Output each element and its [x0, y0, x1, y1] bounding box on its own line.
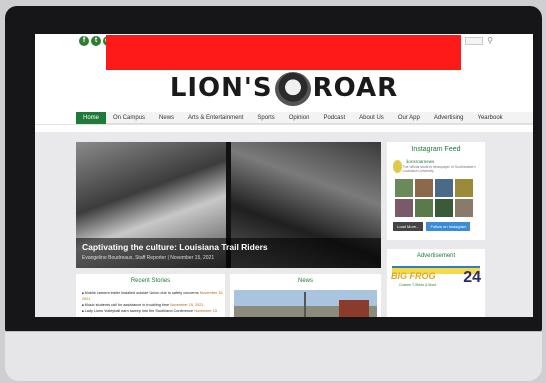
instagram-post[interactable] — [415, 199, 433, 217]
news-section: News — [230, 274, 381, 317]
news-title: News — [297, 278, 313, 284]
hero-title[interactable]: Captivating the culture: Louisiana Trail… — [82, 242, 375, 252]
news-photo[interactable] — [234, 290, 377, 317]
main-nav: Home On Campus News Arts & Entertainment… — [76, 111, 533, 124]
nav-item-home[interactable]: Home — [76, 111, 107, 124]
masthead[interactable]: LION'S ROAR — [35, 68, 533, 108]
recent-stories: Recent Stories Mobile camera trailer ins… — [76, 274, 225, 317]
instagram-header: lionsroarnews The official student newsp… — [393, 159, 479, 173]
instagram-post[interactable] — [395, 179, 413, 197]
story-date: November 15 — [194, 309, 218, 313]
instagram-post[interactable] — [455, 199, 473, 217]
tablet-frame: f t ◎ ▶ ⚲ LION'SROAR Home On Campus News… — [5, 6, 542, 332]
instagram-post[interactable] — [395, 199, 413, 217]
follow-instagram-button[interactable]: Follow on Instagram — [426, 222, 471, 231]
nav-item-opinion[interactable]: Opinion — [282, 112, 317, 124]
logo-text-left: LION'S — [169, 73, 273, 103]
instagram-grid — [395, 179, 485, 217]
hero-story[interactable]: Captivating the culture: Louisiana Trail… — [76, 142, 381, 268]
list-item[interactable]: Lady Lions Volleyball earn sweep into th… — [82, 308, 225, 314]
story-title[interactable]: Lady Lions Volleyball earn sweep into th… — [85, 309, 194, 313]
light-pole — [304, 292, 306, 317]
redaction-bar — [106, 35, 461, 70]
instagram-post[interactable] — [455, 179, 473, 197]
ad-number: 24 — [463, 269, 481, 286]
hero-caption: Captivating the culture: Louisiana Trail… — [76, 238, 381, 268]
ad-brand: BIG FROG — [391, 271, 436, 281]
instagram-buttons: Load More... Follow on Instagram — [393, 222, 485, 231]
nav-item-advertising[interactable]: Advertising — [427, 112, 471, 124]
tablet-base — [5, 331, 542, 381]
building — [339, 300, 369, 317]
story-date: November 15, 2021 — [170, 303, 204, 307]
instagram-post[interactable] — [435, 179, 453, 197]
story-title[interactable]: Music students call for assistance in tr… — [85, 303, 169, 307]
recent-stories-list: Mobile camera trailer installed outside … — [82, 290, 225, 314]
nav-item-about[interactable]: About Us — [352, 112, 391, 124]
lion-logo-icon — [274, 71, 311, 106]
search-icon[interactable]: ⚲ — [487, 36, 493, 45]
facebook-icon[interactable]: f — [79, 36, 89, 46]
nav-item-podcast[interactable]: Podcast — [316, 112, 352, 124]
nav-item-app[interactable]: Our App — [391, 112, 427, 124]
advertisement-title: Advertisement — [416, 253, 456, 259]
hero-meta: Evangeline Boudreaux, Staff Reporter | N… — [82, 255, 215, 261]
advertisement-box: Advertisement BIG FROG Custom T-Shirts &… — [387, 249, 485, 317]
search-input[interactable] — [465, 37, 483, 45]
instagram-feed: Instagram Feed lionsroarnews The officia… — [387, 142, 485, 240]
recent-stories-title: Recent Stories — [130, 278, 171, 284]
logo-text-right: ROAR — [312, 73, 399, 103]
instagram-feed-title: Instagram Feed — [411, 146, 461, 153]
twitter-icon[interactable]: t — [91, 36, 101, 46]
instagram-post[interactable] — [435, 199, 453, 217]
instagram-post[interactable] — [415, 179, 433, 197]
nav-item-yearbook[interactable]: Yearbook — [471, 112, 510, 124]
instagram-description: The official student newspaper of Southe… — [402, 165, 476, 173]
story-title[interactable]: Mobile camera trailer installed outside … — [85, 291, 199, 295]
load-more-button[interactable]: Load More... — [393, 222, 424, 231]
nav-item-sports[interactable]: Sports — [250, 112, 281, 124]
nav-item-news[interactable]: News — [152, 112, 181, 124]
list-item[interactable]: Mobile camera trailer installed outside … — [82, 290, 225, 302]
ad-subtitle: Custom T-Shirts & More — [399, 283, 437, 287]
nav-item-on-campus[interactable]: On Campus — [106, 112, 152, 124]
instagram-avatar[interactable] — [393, 159, 403, 173]
nav-divider — [35, 124, 533, 125]
browser-screen: f t ◎ ▶ ⚲ LION'SROAR Home On Campus News… — [35, 34, 533, 317]
nav-item-arts[interactable]: Arts & Entertainment — [181, 112, 250, 124]
